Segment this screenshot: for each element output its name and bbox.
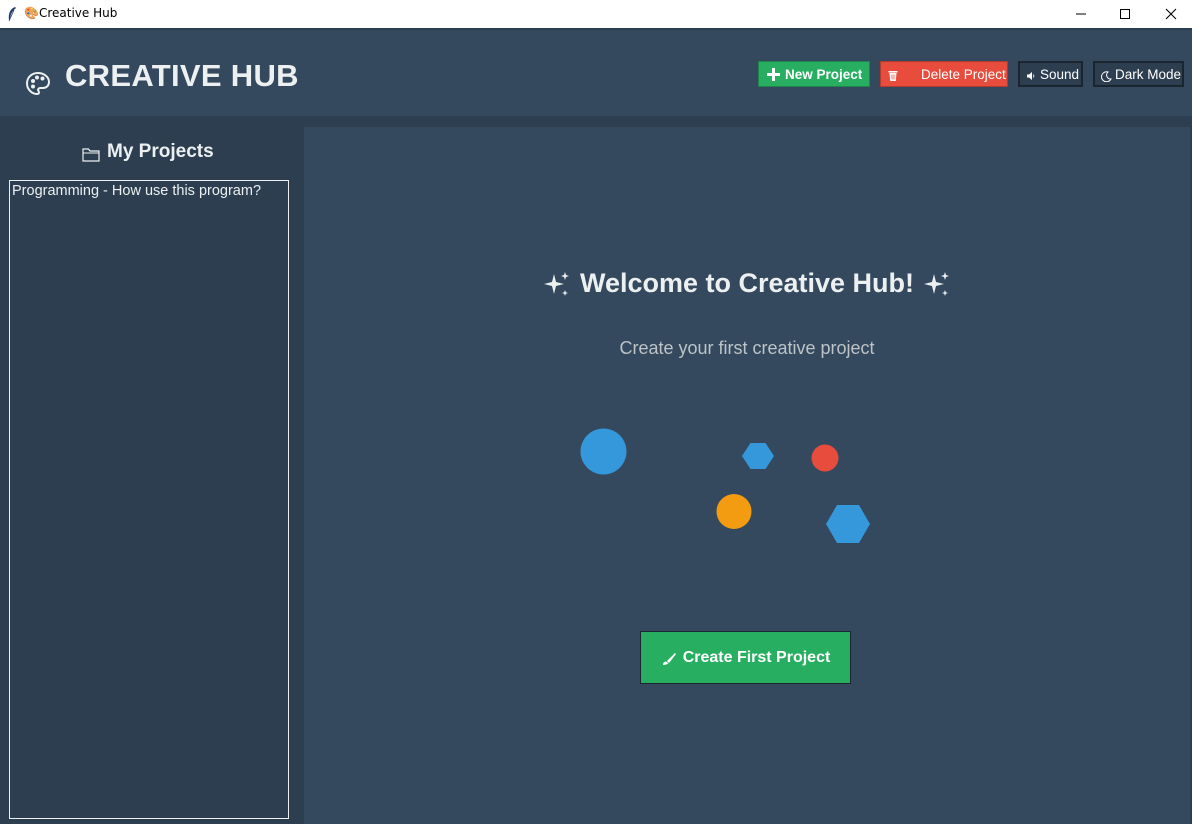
sidebar-title: My Projects bbox=[107, 141, 214, 162]
minimize-icon bbox=[1076, 13, 1086, 15]
header-divider bbox=[0, 116, 1192, 127]
red-circle-shape bbox=[811, 444, 839, 472]
minimize-button[interactable] bbox=[1058, 0, 1104, 28]
brush-icon bbox=[662, 653, 676, 665]
speaker-icon bbox=[1027, 72, 1035, 80]
feather-icon bbox=[8, 7, 16, 22]
sidebar: My Projects Programming - How use this p… bbox=[0, 127, 299, 824]
palette-icon: 🎨 bbox=[24, 6, 39, 20]
dark-mode-label: Dark Mode bbox=[1115, 66, 1182, 82]
delete-project-label: Delete Project bbox=[921, 66, 1006, 82]
blue-hexagon-small-shape bbox=[742, 443, 774, 469]
sound-label: Sound bbox=[1040, 66, 1080, 82]
decorative-shapes bbox=[580, 428, 870, 543]
blue-circle-shape bbox=[580, 428, 627, 475]
main-panel: Welcome to Creative Hub! Create your fir… bbox=[304, 127, 1190, 824]
project-list-item[interactable]: Programming - How use this program? bbox=[10, 181, 288, 199]
close-icon bbox=[1165, 8, 1177, 20]
window-title: 🎨Creative Hub bbox=[24, 6, 117, 20]
sidebar-heading: My Projects bbox=[82, 141, 214, 163]
moon-icon bbox=[1101, 70, 1112, 82]
new-project-label: New Project bbox=[785, 66, 863, 82]
delete-project-button[interactable]: Delete Project bbox=[880, 61, 1008, 87]
orange-circle-shape bbox=[716, 494, 752, 529]
create-first-project-label: Create First Project bbox=[682, 648, 831, 666]
maximize-button[interactable] bbox=[1102, 0, 1148, 28]
maximize-icon bbox=[1120, 9, 1130, 19]
window-titlebar: 🎨Creative Hub bbox=[0, 0, 1192, 28]
blue-hexagon-large-shape bbox=[826, 505, 870, 543]
plus-icon bbox=[767, 67, 780, 81]
window-title-text: Creative Hub bbox=[38, 6, 118, 20]
trash-icon bbox=[888, 71, 898, 81]
app-header: CREATIVE HUB New Project Delete Project … bbox=[0, 30, 1192, 116]
dark-mode-button[interactable]: Dark Mode bbox=[1093, 61, 1184, 87]
new-project-button[interactable]: New Project bbox=[758, 61, 870, 87]
project-list[interactable]: Programming - How use this program? bbox=[9, 180, 289, 819]
folder-icon bbox=[82, 148, 100, 162]
sound-button[interactable]: Sound bbox=[1018, 61, 1083, 87]
palette-icon bbox=[25, 71, 51, 96]
close-button[interactable] bbox=[1148, 0, 1192, 28]
app-title: CREATIVE HUB bbox=[65, 58, 299, 93]
create-first-project-button[interactable]: Create First Project bbox=[640, 631, 851, 684]
